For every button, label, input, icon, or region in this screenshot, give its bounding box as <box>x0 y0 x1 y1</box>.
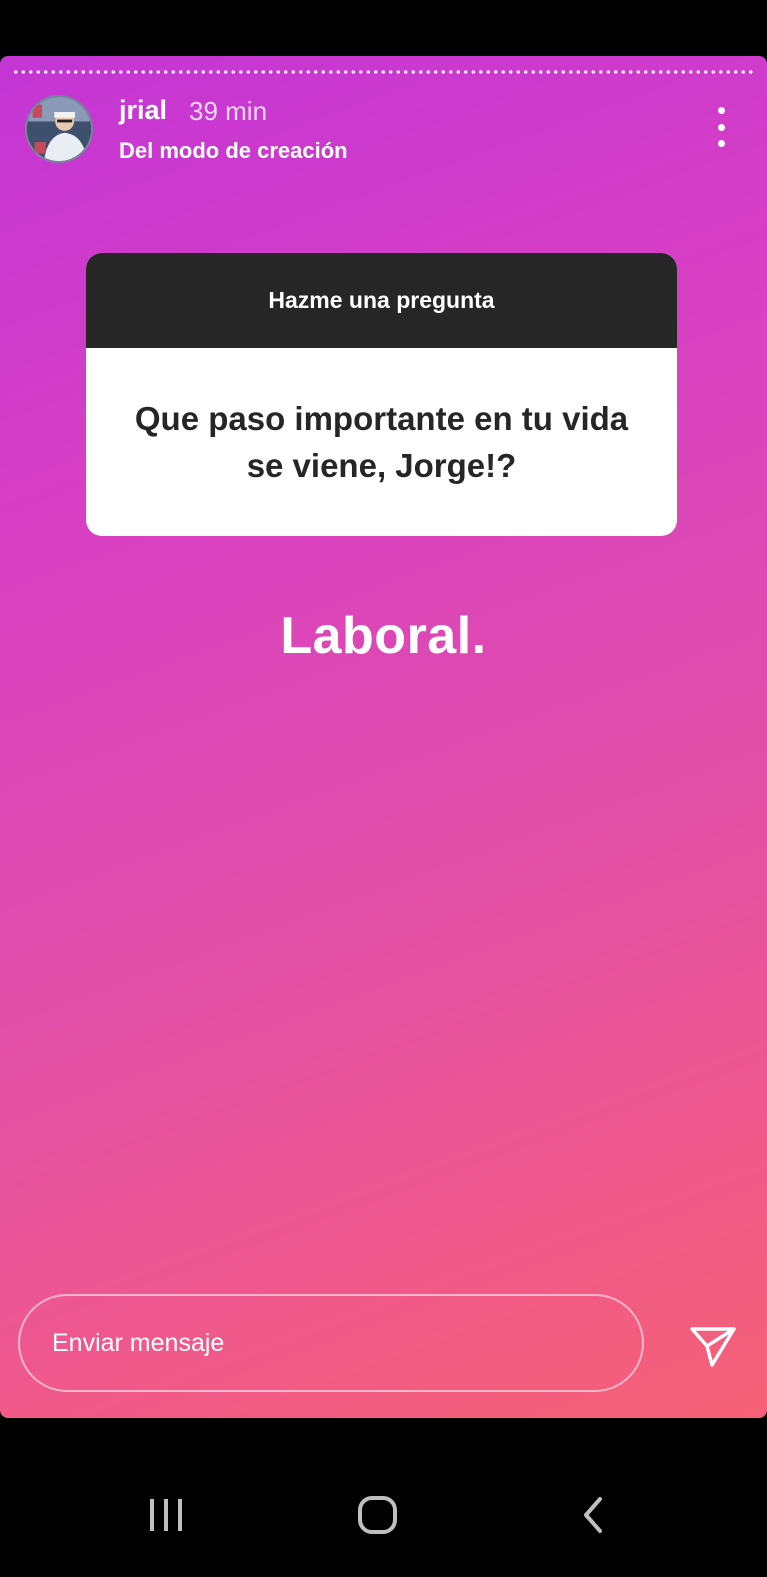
message-input-placeholder: Enviar mensaje <box>52 1328 225 1357</box>
question-sticker: Hazme una pregunta Que paso importante e… <box>86 253 677 536</box>
story-progress-bar <box>12 70 755 74</box>
username[interactable]: jrial <box>119 95 167 126</box>
avatar[interactable] <box>25 95 93 163</box>
story-timestamp: 39 min <box>189 96 268 126</box>
recent-apps-icon[interactable] <box>146 1490 186 1540</box>
home-icon[interactable] <box>357 1490 399 1540</box>
back-chevron-icon[interactable] <box>578 1490 608 1540</box>
question-sticker-text: Que paso importante en tu vida se viene,… <box>134 400 629 484</box>
story-viewer[interactable]: jrial 39 min Del modo de creación Hazme … <box>0 56 767 1418</box>
story-source-label: Del modo de creación <box>119 138 348 163</box>
send-paper-plane-icon[interactable] <box>688 1320 738 1370</box>
answer-text: Laboral. <box>280 607 487 665</box>
question-sticker-header: Hazme una pregunta <box>86 253 677 348</box>
story-header: jrial 39 min Del modo de creación <box>25 95 747 165</box>
message-input[interactable]: Enviar mensaje <box>18 1294 644 1392</box>
more-vertical-icon[interactable] <box>709 107 733 147</box>
avatar-photo <box>27 97 91 161</box>
